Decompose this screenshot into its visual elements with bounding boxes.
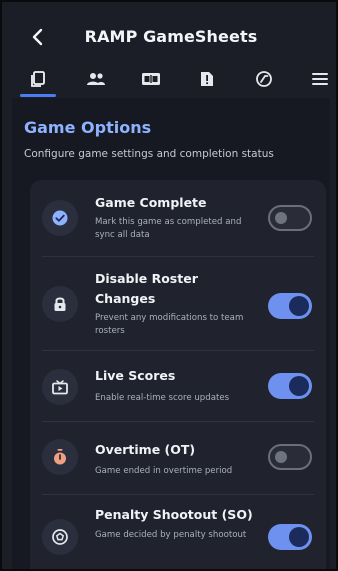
- active-tab-indicator: [20, 94, 56, 97]
- section-title: Game Options: [24, 118, 152, 137]
- option-icon: [42, 200, 78, 236]
- disable-roster-toggle[interactable]: [268, 293, 312, 319]
- option-icon: [42, 369, 78, 405]
- option-description: Game decided by penalty shootout: [95, 530, 247, 540]
- option-row-disable-roster: Disable Roster Changes Prevent any modif…: [30, 257, 326, 350]
- option-row-overtime: Overtime (OT) Game ended in overtime per…: [30, 422, 326, 494]
- app-frame: RAMP GameSheets Game Options Configure g…: [0, 0, 338, 571]
- option-title: Penalty Shootout (SO): [95, 507, 253, 522]
- section-description: Configure game settings and completion s…: [24, 148, 274, 160]
- tab-officials[interactable]: [246, 64, 282, 94]
- tab-scoring[interactable]: [133, 64, 169, 94]
- check-circle-icon: [52, 210, 68, 226]
- tab-game-details[interactable]: [20, 64, 56, 94]
- tab-rosters[interactable]: [78, 64, 114, 94]
- menu-icon: [312, 73, 328, 85]
- app-title: RAMP GameSheets: [84, 27, 258, 46]
- alert-doc-icon: [201, 72, 213, 86]
- option-description: Prevent any modifications to team roster…: [95, 313, 244, 336]
- tab-menu[interactable]: [302, 64, 336, 94]
- toggle-knob: [289, 376, 309, 396]
- option-description: Game ended in overtime period: [95, 466, 233, 476]
- option-row-game-complete: Game Complete Mark this game as complete…: [30, 180, 326, 256]
- toggle-knob: [289, 527, 309, 547]
- option-title: Game Complete: [95, 195, 207, 210]
- target-icon: [52, 529, 68, 545]
- option-description: Mark this game as completed and sync all…: [95, 217, 242, 240]
- option-description: Enable real-time score updates: [95, 393, 230, 403]
- option-row-penalty-shootout: Penalty Shootout (SO) Game decided by pe…: [30, 495, 326, 569]
- content-area: Game Options Configure game settings and…: [12, 98, 330, 569]
- toggle-knob: [289, 296, 309, 316]
- header-bar: RAMP GameSheets: [12, 14, 330, 60]
- lock-icon: [54, 297, 66, 311]
- option-row-live-scores: Live Scores Enable real-time score updat…: [30, 351, 326, 421]
- whistle-icon: [256, 71, 272, 87]
- stopwatch-icon: [54, 449, 66, 465]
- options-card: Game Complete Mark this game as complete…: [30, 180, 326, 569]
- option-icon: [42, 439, 78, 475]
- toggle-knob: [275, 451, 287, 463]
- game-complete-toggle[interactable]: [268, 205, 312, 231]
- live-scores-toggle[interactable]: [268, 373, 312, 399]
- penalty-shootout-toggle[interactable]: [268, 524, 312, 550]
- option-title: Disable Roster Changes: [95, 271, 198, 306]
- toggle-knob: [275, 212, 287, 224]
- people-icon: [87, 73, 105, 85]
- overtime-toggle[interactable]: [268, 444, 312, 470]
- copy-icon: [31, 71, 45, 87]
- live-tv-icon: [52, 380, 68, 395]
- scoreboard-icon: [142, 73, 160, 85]
- tab-bar: [12, 60, 330, 98]
- option-icon: [42, 286, 78, 322]
- tab-penalties[interactable]: [189, 64, 225, 94]
- option-title: Overtime (OT): [95, 442, 196, 457]
- option-icon: [42, 519, 78, 555]
- option-title: Live Scores: [95, 368, 176, 383]
